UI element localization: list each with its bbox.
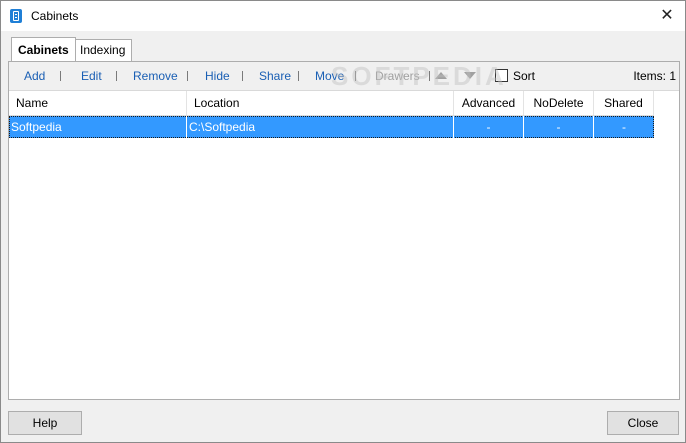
column-header-name[interactable]: Name <box>9 91 187 115</box>
add-button[interactable]: Add <box>24 69 45 83</box>
cell-name: Softpedia <box>9 116 187 138</box>
toolbar-separator <box>116 71 117 81</box>
drawers-button[interactable]: Drawers <box>375 69 420 83</box>
toolbar-separator <box>298 71 299 81</box>
cabinets-panel: Add Edit Remove Hide Share Move Drawers … <box>8 61 680 400</box>
cabinet-icon <box>10 9 22 23</box>
column-header-shared[interactable]: Shared <box>594 91 654 115</box>
cell-shared: - <box>622 120 626 134</box>
move-up-icon[interactable] <box>435 72 447 79</box>
help-button[interactable]: Help <box>8 411 82 435</box>
toolbar-separator <box>187 71 188 81</box>
move-button[interactable]: Move <box>315 69 344 83</box>
items-count: Items: 1 <box>633 69 676 83</box>
toolbar-separator <box>60 71 61 81</box>
column-header-nodelete[interactable]: NoDelete <box>524 91 594 115</box>
cell-advanced: - <box>454 116 524 138</box>
cabinets-table: Name Location Advanced NoDelete Shared S… <box>9 91 679 399</box>
column-header-advanced[interactable]: Advanced <box>454 91 524 115</box>
toolbar-separator <box>429 71 430 81</box>
window-title: Cabinets <box>31 9 79 23</box>
sort-label: Sort <box>513 69 536 83</box>
share-button[interactable]: Share <box>259 69 291 83</box>
toolbar: Add Edit Remove Hide Share Move Drawers … <box>9 62 679 91</box>
move-down-icon[interactable] <box>464 72 476 79</box>
tab-indexing[interactable]: Indexing <box>73 39 133 61</box>
sort-checkbox[interactable] <box>495 69 508 82</box>
cell-location: C:\Softpedia <box>187 116 454 138</box>
edit-button[interactable]: Edit <box>81 69 102 83</box>
hide-button[interactable]: Hide <box>205 69 230 83</box>
close-icon[interactable]: ✕ <box>655 4 679 28</box>
cabinets-window: Cabinets ✕ Cabinets Indexing Add Edit Re… <box>0 0 686 443</box>
remove-button[interactable]: Remove <box>133 69 178 83</box>
toolbar-separator <box>355 71 356 81</box>
table-row[interactable]: Softpedia C:\Softpedia - - - <box>9 116 654 138</box>
tab-cabinets[interactable]: Cabinets <box>11 37 76 61</box>
cell-nodelete: - <box>524 116 594 138</box>
toolbar-separator <box>242 71 243 81</box>
close-button[interactable]: Close <box>607 411 679 435</box>
title-bar: Cabinets ✕ <box>1 1 685 31</box>
column-header-location[interactable]: Location <box>187 91 454 115</box>
